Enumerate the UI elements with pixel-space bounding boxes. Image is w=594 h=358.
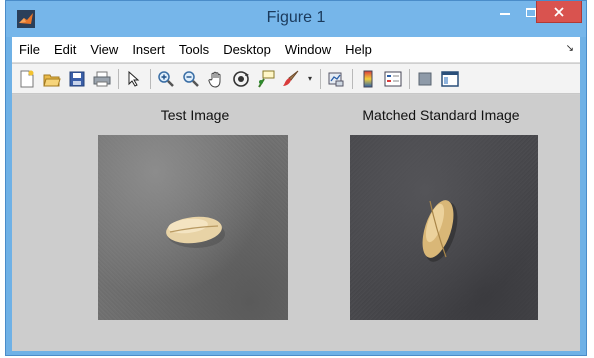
zoom-out-icon[interactable] [180,68,202,90]
figure-toolbar: ▾ [12,64,580,94]
test-image [98,135,288,320]
pointer-icon[interactable] [123,68,145,90]
menu-bar: File Edit View Insert Tools Desktop Wind… [12,37,580,63]
pan-hand-icon[interactable] [205,68,227,90]
axes-title-matched-image: Matched Standard Image [362,107,520,123]
new-figure-icon[interactable] [16,68,38,90]
title-bar[interactable]: Figure 1 [6,1,586,37]
colorbar-icon[interactable] [357,68,379,90]
figure-canvas: Test Image Matched Standard Image [12,95,580,351]
zoom-in-icon[interactable] [155,68,177,90]
dock-arrow-icon[interactable]: ↘ [566,43,574,54]
menu-window[interactable]: Window [278,37,338,63]
close-button[interactable] [536,1,582,23]
menu-file[interactable]: File [12,37,47,63]
maximize-icon [526,7,536,17]
toolbar-separator [320,68,321,89]
toolbar-separator [150,68,151,89]
link-plot-icon[interactable] [325,68,347,90]
figure-client-area: File Edit View Insert Tools Desktop Wind… [12,37,580,351]
axes-title-test-image: Test Image [160,107,230,123]
legend-icon[interactable] [382,68,404,90]
brush-icon[interactable] [280,68,302,90]
data-cursor-icon[interactable] [255,68,277,90]
menu-insert[interactable]: Insert [125,37,172,63]
toolbar-separator [409,68,410,89]
toolbar-separator [118,68,119,89]
rotate-3d-icon[interactable] [230,68,252,90]
print-icon[interactable] [91,68,113,90]
menu-edit[interactable]: Edit [47,37,83,63]
matched-standard-image [350,135,538,320]
save-icon[interactable] [66,68,88,90]
menu-view[interactable]: View [83,37,125,63]
show-plot-tools-icon[interactable] [439,68,461,90]
close-icon [554,6,564,17]
menu-help[interactable]: Help [338,37,379,63]
menu-tools[interactable]: Tools [172,37,216,63]
menu-desktop[interactable]: Desktop [216,37,278,63]
toolbar-separator [352,68,353,89]
minimize-icon [500,13,510,15]
brush-dropdown-icon[interactable]: ▾ [305,68,315,90]
open-file-icon[interactable] [41,68,63,90]
minimize-button[interactable] [492,1,518,23]
figure-window: Figure 1 File Edit View Insert Tools Des… [5,0,587,356]
hide-plot-tools-icon[interactable] [414,68,436,90]
